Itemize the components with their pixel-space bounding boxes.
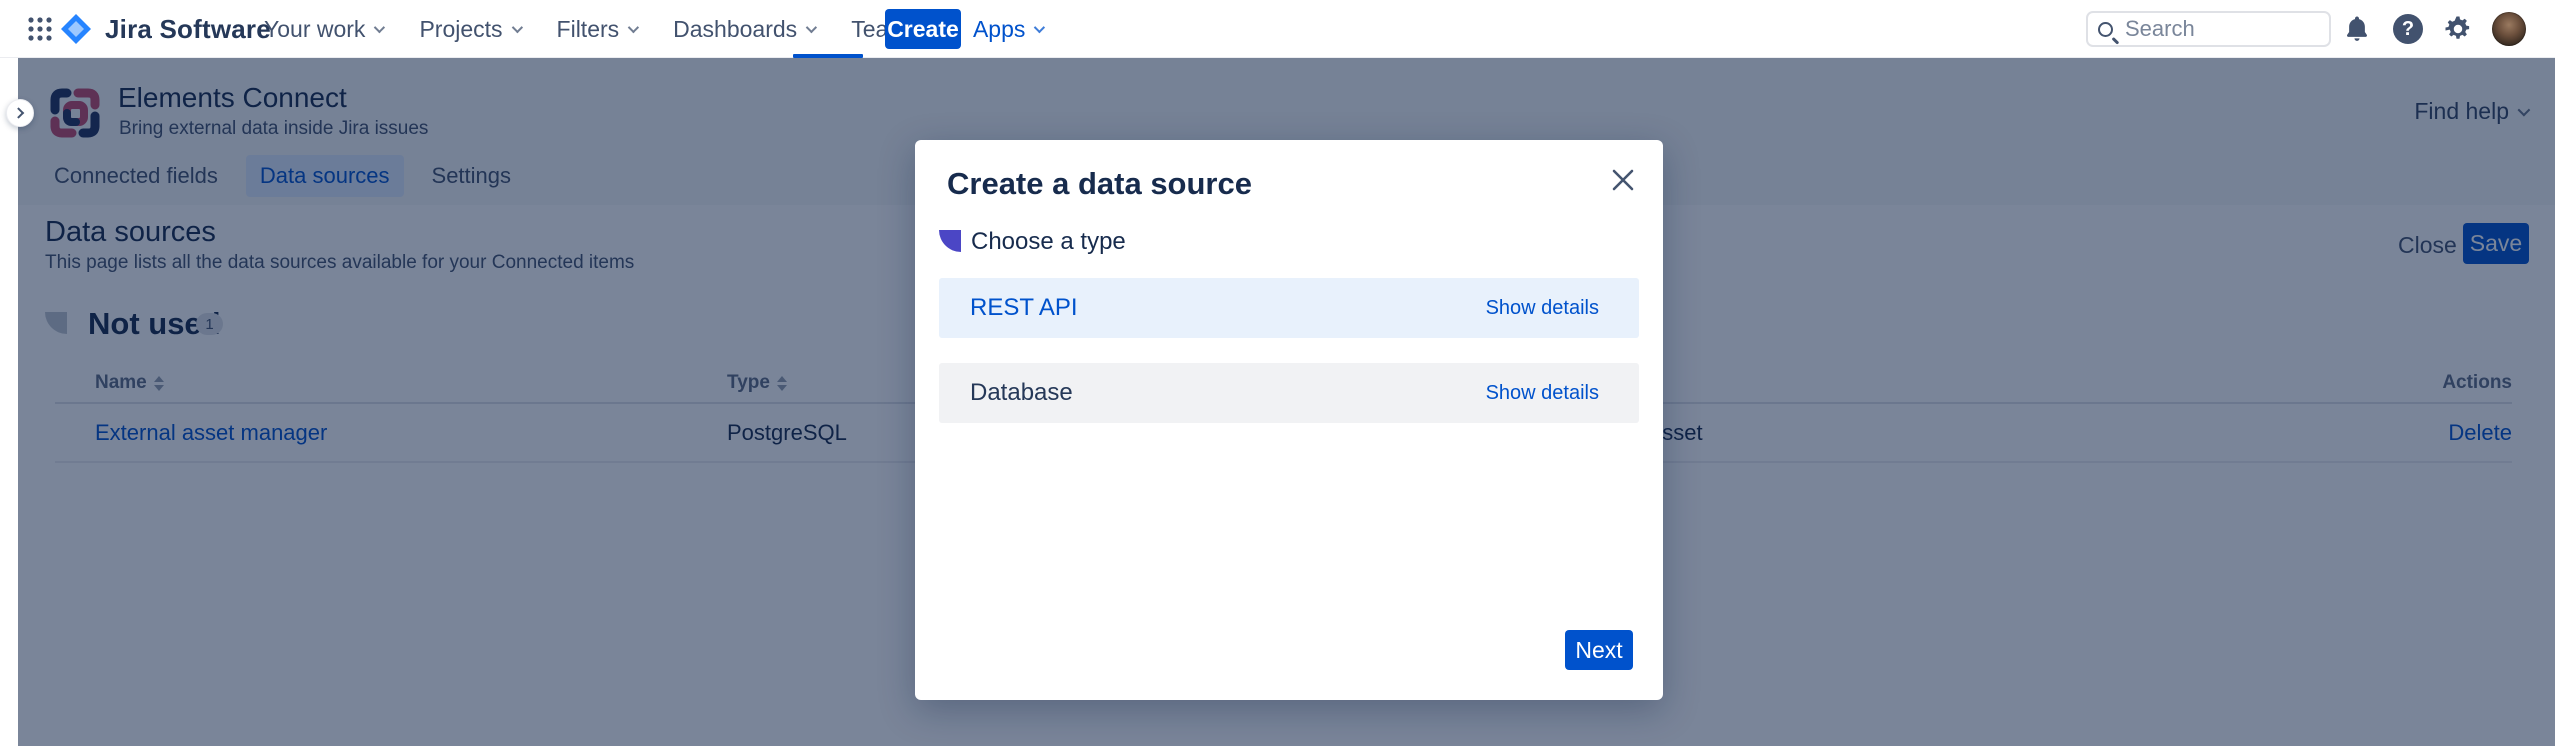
option-database[interactable]: Database Show details xyxy=(939,363,1639,423)
nav-item-apps[interactable]: Apps xyxy=(973,16,1042,43)
chevron-down-icon xyxy=(806,22,817,33)
nav-item-your-work[interactable]: Your work xyxy=(264,16,382,43)
option-name: Database xyxy=(970,379,1073,407)
app-grid-icon xyxy=(27,16,53,42)
option-rest-api[interactable]: REST API Show details xyxy=(939,278,1639,338)
nav-item-label: Dashboards xyxy=(673,16,797,43)
help-button[interactable]: ? xyxy=(2390,11,2426,47)
notifications-button[interactable] xyxy=(2339,11,2375,47)
nav-item-projects[interactable]: Projects xyxy=(419,16,519,43)
search-icon xyxy=(2098,22,2113,37)
close-icon xyxy=(1610,167,1636,193)
chevron-down-icon xyxy=(511,22,522,33)
create-data-source-modal: Create a data source Choose a type REST … xyxy=(915,140,1663,700)
active-nav-underline xyxy=(793,54,863,58)
settings-button[interactable] xyxy=(2440,11,2476,47)
step-quarter-icon xyxy=(939,230,961,252)
show-details-link[interactable]: Show details xyxy=(1486,382,1599,405)
nav-item-label: Projects xyxy=(419,16,502,43)
chevron-down-icon xyxy=(628,22,639,33)
search-input[interactable] xyxy=(2125,16,2295,42)
gear-icon xyxy=(2443,14,2473,44)
question-mark-icon: ? xyxy=(2393,14,2423,44)
jira-logo-icon xyxy=(60,13,92,45)
jira-home-link[interactable]: Jira Software xyxy=(60,13,271,45)
modal-close-button[interactable] xyxy=(1607,164,1639,196)
modal-title: Create a data source xyxy=(947,166,1252,202)
bell-icon xyxy=(2342,14,2372,44)
search-box[interactable] xyxy=(2086,11,2331,47)
nav-item-dashboards[interactable]: Dashboards xyxy=(673,16,814,43)
user-avatar[interactable] xyxy=(2492,12,2526,46)
nav-item-filters[interactable]: Filters xyxy=(557,16,637,43)
nav-item-label: Apps xyxy=(973,16,1025,43)
sidebar-collapsed-rail xyxy=(0,58,18,746)
option-name: REST API xyxy=(970,294,1078,322)
create-button[interactable]: Create xyxy=(885,9,961,49)
nav-item-label: Your work xyxy=(264,16,365,43)
sidebar-expand-button[interactable] xyxy=(6,99,34,127)
chevron-right-icon xyxy=(13,107,24,118)
chevron-down-icon xyxy=(1034,22,1045,33)
brand-name: Jira Software xyxy=(105,14,271,45)
show-details-link[interactable]: Show details xyxy=(1486,297,1599,320)
app-switcher-button[interactable] xyxy=(22,11,58,47)
chevron-down-icon xyxy=(374,22,385,33)
step-label: Choose a type xyxy=(971,228,1126,256)
top-navigation-bar: Jira Software Your work Projects Filters… xyxy=(0,0,2555,58)
next-button[interactable]: Next xyxy=(1565,630,1633,670)
nav-item-label: Filters xyxy=(557,16,620,43)
